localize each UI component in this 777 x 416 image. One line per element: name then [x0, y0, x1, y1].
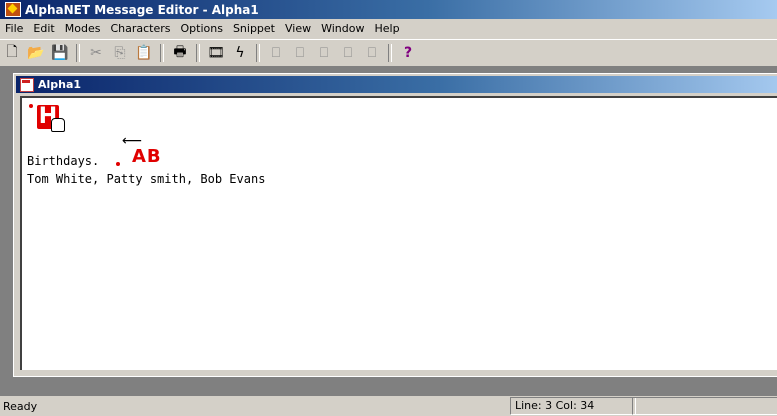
page-4-icon[interactable]: ⎕	[338, 43, 358, 63]
left-arrow-icon: ⟵	[122, 133, 143, 149]
message-editor[interactable]: H ⟵ Birthdays. AB Tom White, Patty smith…	[20, 96, 777, 370]
red-marker-dot	[116, 162, 120, 166]
status-bar: Ready Line: 3 Col: 34	[0, 396, 777, 416]
page-2-icon[interactable]: ⎕	[290, 43, 310, 63]
menu-edit[interactable]: Edit	[28, 19, 59, 39]
menu-snippet[interactable]: Snippet	[228, 19, 280, 39]
toolbar-separator	[256, 44, 260, 62]
message-line-2[interactable]: Tom White, Patty smith, Bob Evans	[27, 172, 265, 186]
message-line-1[interactable]: Birthdays.	[27, 154, 99, 168]
document-title: Alpha1	[38, 78, 82, 91]
app-icon	[5, 2, 21, 17]
status-panel	[632, 397, 777, 415]
status-ready: Ready	[3, 400, 38, 413]
print-icon[interactable]: 🖶	[170, 43, 190, 63]
ab-tag-icon[interactable]: AB	[130, 148, 164, 166]
help-icon[interactable]: ?	[398, 43, 418, 63]
toolbar-separator	[388, 44, 392, 62]
workspace-bottom-band	[0, 378, 777, 396]
toolbar-separator	[196, 44, 200, 62]
app-title: AlphaNET Message Editor - Alpha1	[25, 2, 259, 17]
lightning-icon[interactable]: ϟ	[230, 43, 250, 63]
menu-view[interactable]: View	[280, 19, 316, 39]
menu-modes[interactable]: Modes	[60, 19, 106, 39]
copy-icon[interactable]: ⎘	[110, 43, 130, 63]
cursor-position: Line: 3 Col: 34	[510, 397, 636, 415]
film-icon[interactable]: 🎞	[206, 43, 226, 63]
menu-file[interactable]: File	[0, 19, 28, 39]
page-1-icon[interactable]: ⎕	[266, 43, 286, 63]
document-icon	[20, 77, 34, 92]
new-file-icon[interactable]: 🗋	[2, 43, 22, 63]
app-title-bar: AlphaNET Message Editor - Alpha1	[0, 0, 777, 19]
menu-help[interactable]: Help	[369, 19, 404, 39]
document-title-bar[interactable]: Alpha1	[16, 76, 777, 93]
toolbar-separator	[160, 44, 164, 62]
document-window[interactable]: Alpha1 H ⟵ Birthdays. AB Tom White, Patt…	[13, 73, 777, 377]
open-folder-icon[interactable]: 📂	[26, 43, 46, 63]
menu-window[interactable]: Window	[316, 19, 369, 39]
mdi-workspace: Alpha1 H ⟵ Birthdays. AB Tom White, Patt…	[0, 66, 777, 378]
hand-cursor-icon	[51, 118, 65, 132]
paste-icon[interactable]: 📋	[134, 43, 154, 63]
menu-bar: File Edit Modes Characters Options Snipp…	[0, 19, 777, 39]
save-icon[interactable]: 💾	[50, 43, 70, 63]
menu-characters[interactable]: Characters	[105, 19, 175, 39]
menu-options[interactable]: Options	[175, 19, 227, 39]
page-5-icon[interactable]: ⎕	[362, 43, 382, 63]
cut-icon[interactable]: ✂	[86, 43, 106, 63]
toolbar: 🗋 📂 💾 ✂ ⎘ 📋 🖶 🎞 ϟ ⎕ ⎕ ⎕ ⎕ ⎕ ?	[0, 39, 777, 67]
page-3-icon[interactable]: ⎕	[314, 43, 334, 63]
red-marker-dot	[29, 104, 33, 108]
h-mode-tag-icon[interactable]: H	[37, 105, 65, 132]
toolbar-separator	[76, 44, 80, 62]
